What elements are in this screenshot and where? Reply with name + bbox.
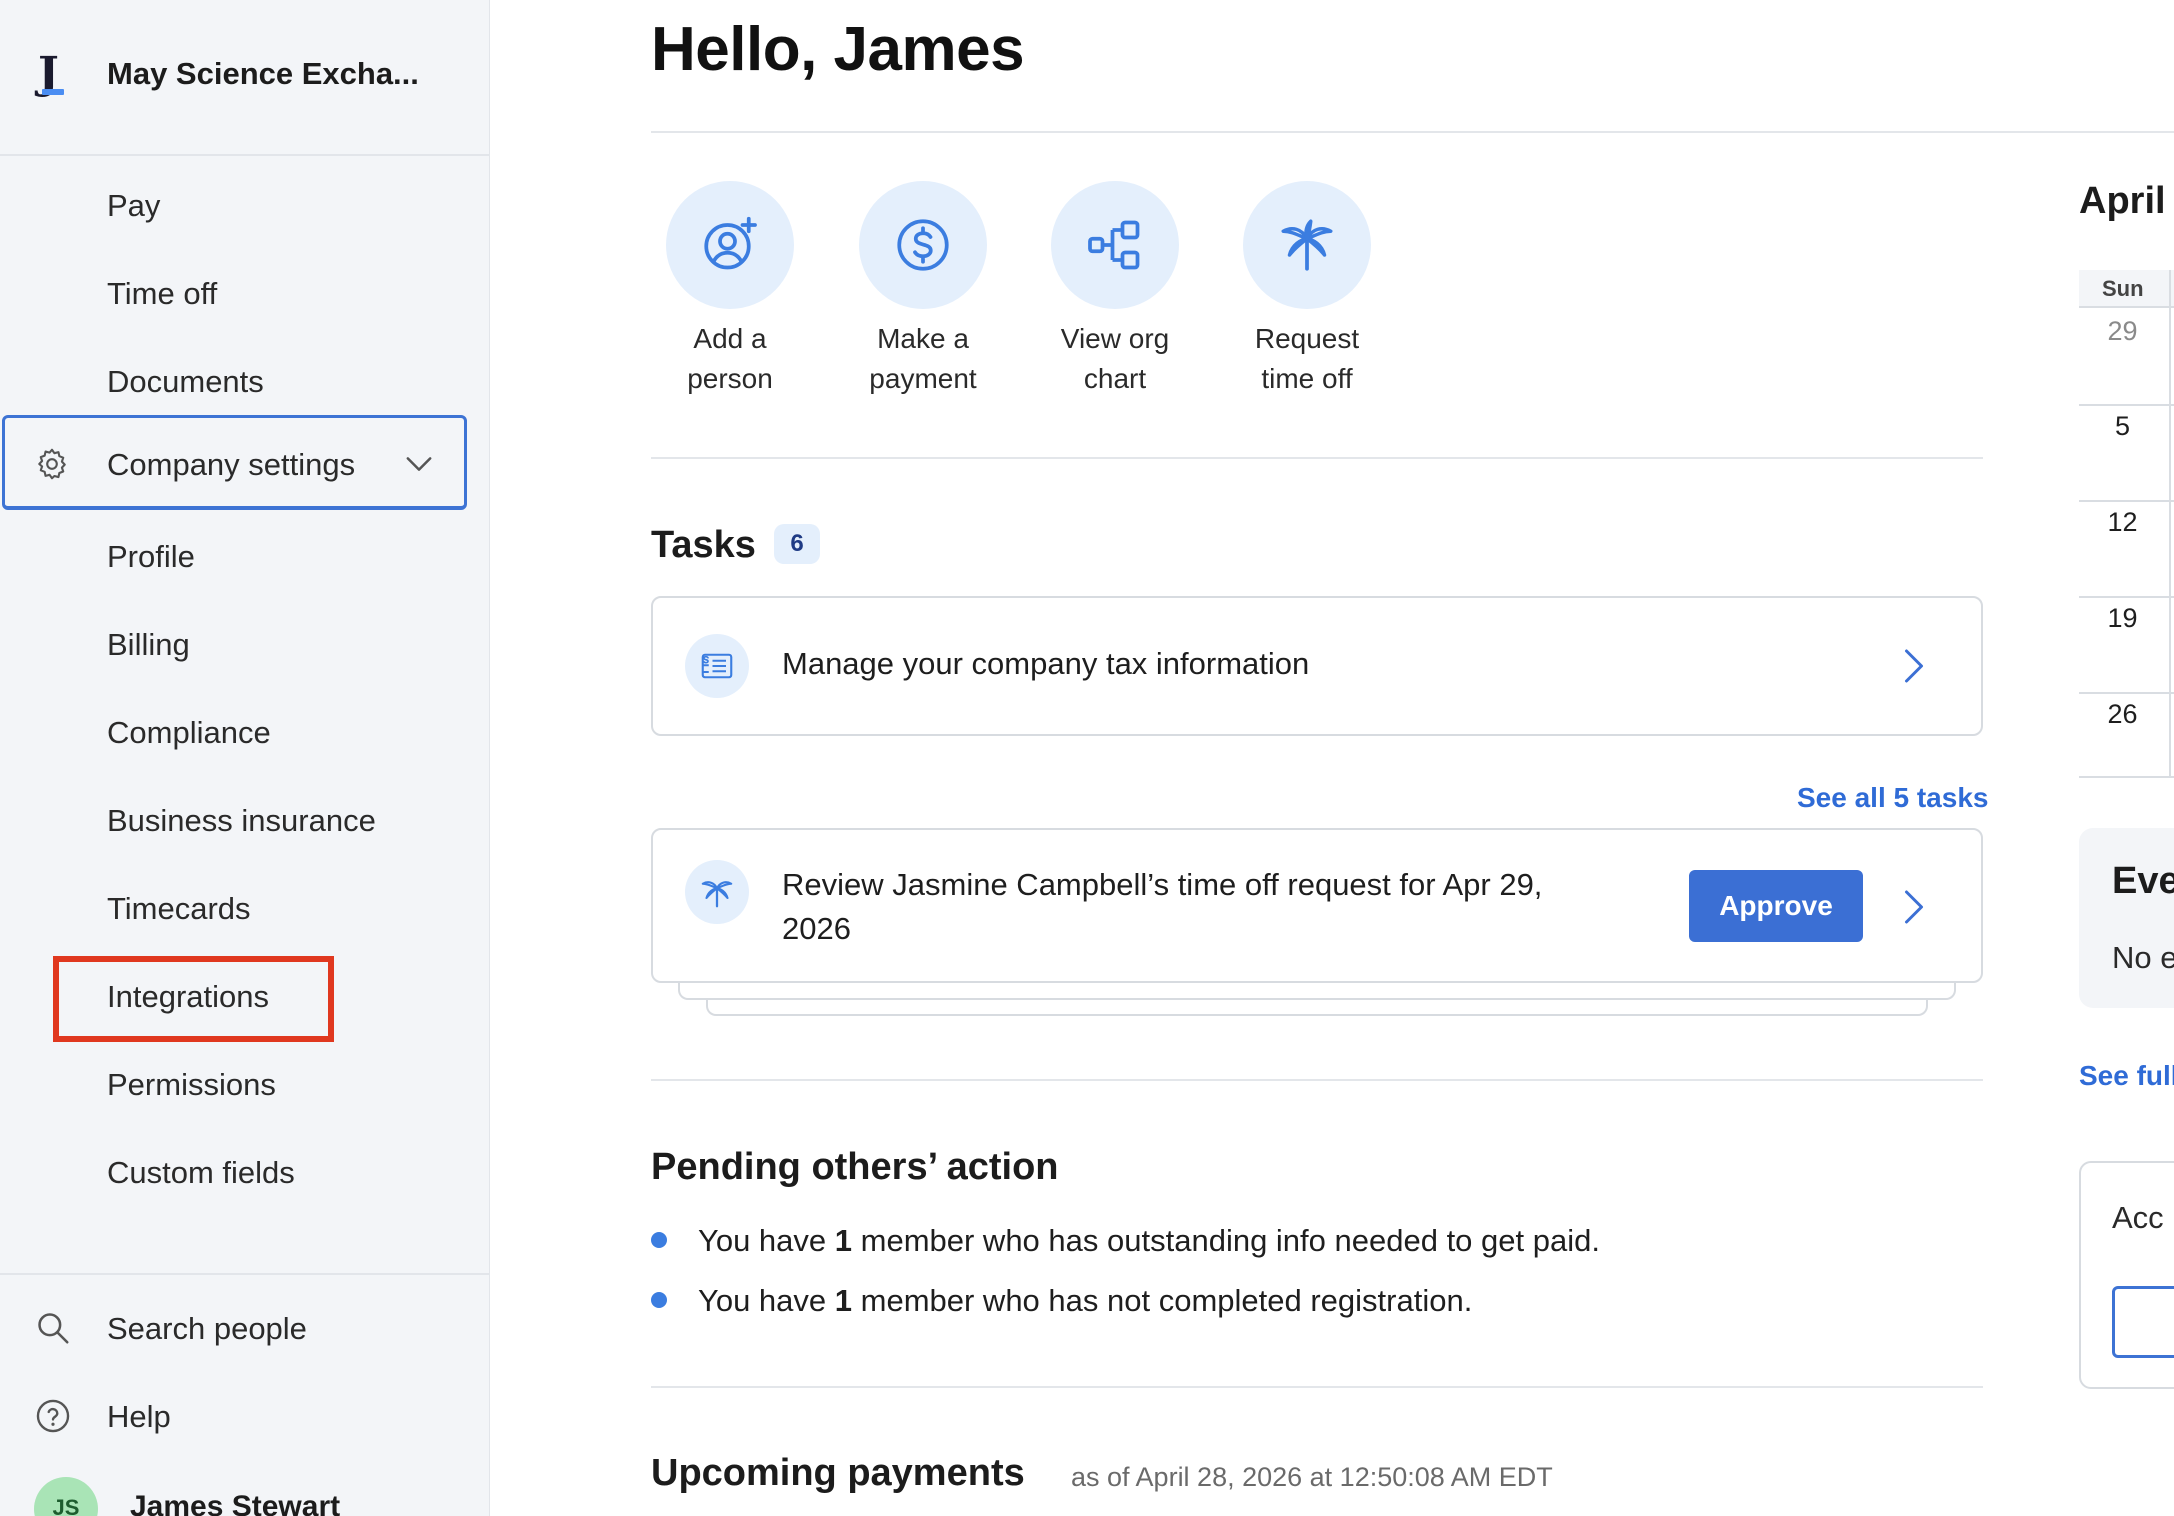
task-review-line2: 2026: [782, 911, 851, 946]
task-card-time-off-review[interactable]: Review Jasmine Campbell’s time off reque…: [651, 828, 1983, 983]
request-time-off-label-line2: time off: [1261, 363, 1353, 394]
calendar-row-line: [2079, 500, 2174, 502]
chevron-down-icon[interactable]: [402, 450, 436, 478]
add-person-icon: [704, 216, 757, 270]
tax-icon-circle: [685, 634, 749, 698]
request-time-off-label-line1: Request: [1254, 323, 1360, 354]
calendar-day[interactable]: 26: [2075, 699, 2170, 730]
task-stack-shadow-2: [706, 998, 1928, 1016]
calendar-row-line: [2079, 596, 2174, 598]
sidebar-item-custom-fields[interactable]: Custom fields: [107, 1155, 295, 1191]
search-people-link[interactable]: Search people: [107, 1311, 307, 1347]
task-card-tax-info[interactable]: Manage your company tax information: [651, 596, 1983, 736]
sidebar-divider: [0, 1273, 490, 1275]
pending-title: Pending others’ action: [651, 1146, 1059, 1188]
gear-icon: [38, 448, 66, 480]
time-off-icon-circle: [685, 860, 749, 924]
sidebar-item-timecards[interactable]: Timecards: [107, 891, 251, 927]
task-stack-shadow-1: [678, 982, 1956, 1000]
view-org-chart-icon-circle: [1051, 181, 1179, 309]
calendar-day[interactable]: 12: [2075, 507, 2170, 538]
request-time-off-action[interactable]: Request time off: [1211, 181, 1403, 399]
tax-document-icon: [701, 653, 733, 679]
palm-tree-icon: [701, 881, 733, 908]
bullet-dot: [651, 1232, 667, 1248]
sidebar-item-compliance[interactable]: Compliance: [107, 715, 271, 751]
palm-tree-icon: [1281, 219, 1333, 271]
events-empty-text: No e: [2112, 940, 2174, 975]
calendar-weekday-header: Sun: [2079, 270, 2174, 308]
task-tax-text: Manage your company tax information: [782, 646, 1310, 681]
calendar-day[interactable]: 19: [2075, 603, 2170, 634]
make-payment-action[interactable]: Make a payment: [827, 181, 1019, 399]
events-card: [2079, 828, 2174, 1008]
view-org-chart-label-line2: chart: [1083, 363, 1147, 394]
account-card-input[interactable]: [2112, 1286, 2174, 1358]
weekday-label: Sun: [2102, 276, 2144, 301]
chevron-right-icon[interactable]: [1902, 648, 1926, 684]
calendar-day[interactable]: 5: [2075, 411, 2170, 442]
upcoming-payments-title: Upcoming payments: [651, 1452, 1025, 1494]
company-settings-label: Company settings: [107, 447, 356, 482]
dollar-icon: [897, 219, 949, 271]
sidebar: J May Science Excha... Pay Time off Docu…: [0, 0, 490, 1516]
tasks-title: Tasks: [651, 524, 756, 566]
help-link[interactable]: Help: [107, 1399, 171, 1435]
upcoming-payments-timestamp: as of April 28, 2026 at 12:50:08 AM EDT: [1071, 1462, 1553, 1492]
search-icon: [38, 1313, 69, 1344]
calendar-month-title: April: [2079, 180, 2166, 222]
view-org-chart-action[interactable]: View org chart: [1019, 181, 1211, 399]
add-person-label-line1: Add a: [693, 323, 767, 354]
events-title: Eve: [2112, 860, 2174, 902]
approve-button[interactable]: Approve: [1689, 870, 1863, 942]
calendar-day[interactable]: 29: [2075, 316, 2170, 347]
calendar-row-line: [2079, 404, 2174, 406]
see-all-tasks-link[interactable]: See all 5 tasks: [1797, 782, 1988, 814]
org-header[interactable]: J May Science Excha...: [0, 0, 490, 156]
integrations-highlight-box: [53, 956, 334, 1042]
see-full-calendar-link[interactable]: See full: [2079, 1060, 2174, 1092]
quick-actions-divider: [651, 457, 1983, 459]
sidebar-item-profile[interactable]: Profile: [107, 539, 195, 575]
tasks-count-badge: 6: [774, 524, 820, 564]
org-chart-icon: [1088, 220, 1140, 270]
make-payment-icon-circle: [859, 181, 987, 309]
pending-item-registration: You have 1 member who has not completed …: [698, 1283, 1473, 1318]
calendar-row-line: [2079, 692, 2174, 694]
pending-divider: [651, 1386, 1983, 1388]
task-review-text: Review Jasmine Campbell’s time off reque…: [782, 863, 1542, 951]
bullet-dot: [651, 1292, 667, 1308]
view-org-chart-label-line1: View org: [1060, 323, 1170, 354]
chevron-right-icon[interactable]: [1902, 889, 1926, 925]
sidebar-item-documents[interactable]: Documents: [107, 364, 264, 400]
pending-item-outstanding-info: You have 1 member who has outstanding in…: [698, 1223, 1600, 1258]
avatar[interactable]: JS: [34, 1477, 98, 1516]
org-name[interactable]: May Science Excha...: [107, 56, 419, 92]
sidebar-item-billing[interactable]: Billing: [107, 627, 190, 663]
sidebar-item-business-insurance[interactable]: Business insurance: [107, 803, 376, 839]
header-divider: [651, 131, 2174, 133]
add-person-action[interactable]: Add a person: [634, 181, 826, 399]
help-icon: [36, 1399, 70, 1433]
sidebar-item-pay[interactable]: Pay: [107, 188, 160, 224]
page-title: Hello, James: [651, 15, 1025, 84]
org-logo-underline: [42, 89, 64, 95]
task-review-line1: Review Jasmine Campbell’s time off reque…: [782, 867, 1543, 902]
sidebar-item-time-off[interactable]: Time off: [107, 276, 217, 312]
tasks-divider: [651, 1079, 1983, 1081]
request-time-off-icon-circle: [1243, 181, 1371, 309]
add-person-icon-circle: [666, 181, 794, 309]
user-name[interactable]: James Stewart: [130, 1490, 340, 1516]
make-payment-label-line2: payment: [869, 363, 977, 394]
account-card-text: Acc: [2112, 1200, 2164, 1235]
calendar-row-line: [2079, 776, 2174, 778]
make-payment-label-line1: Make a: [877, 323, 969, 354]
sidebar-item-permissions[interactable]: Permissions: [107, 1067, 276, 1103]
add-person-label-line2: person: [687, 363, 773, 394]
